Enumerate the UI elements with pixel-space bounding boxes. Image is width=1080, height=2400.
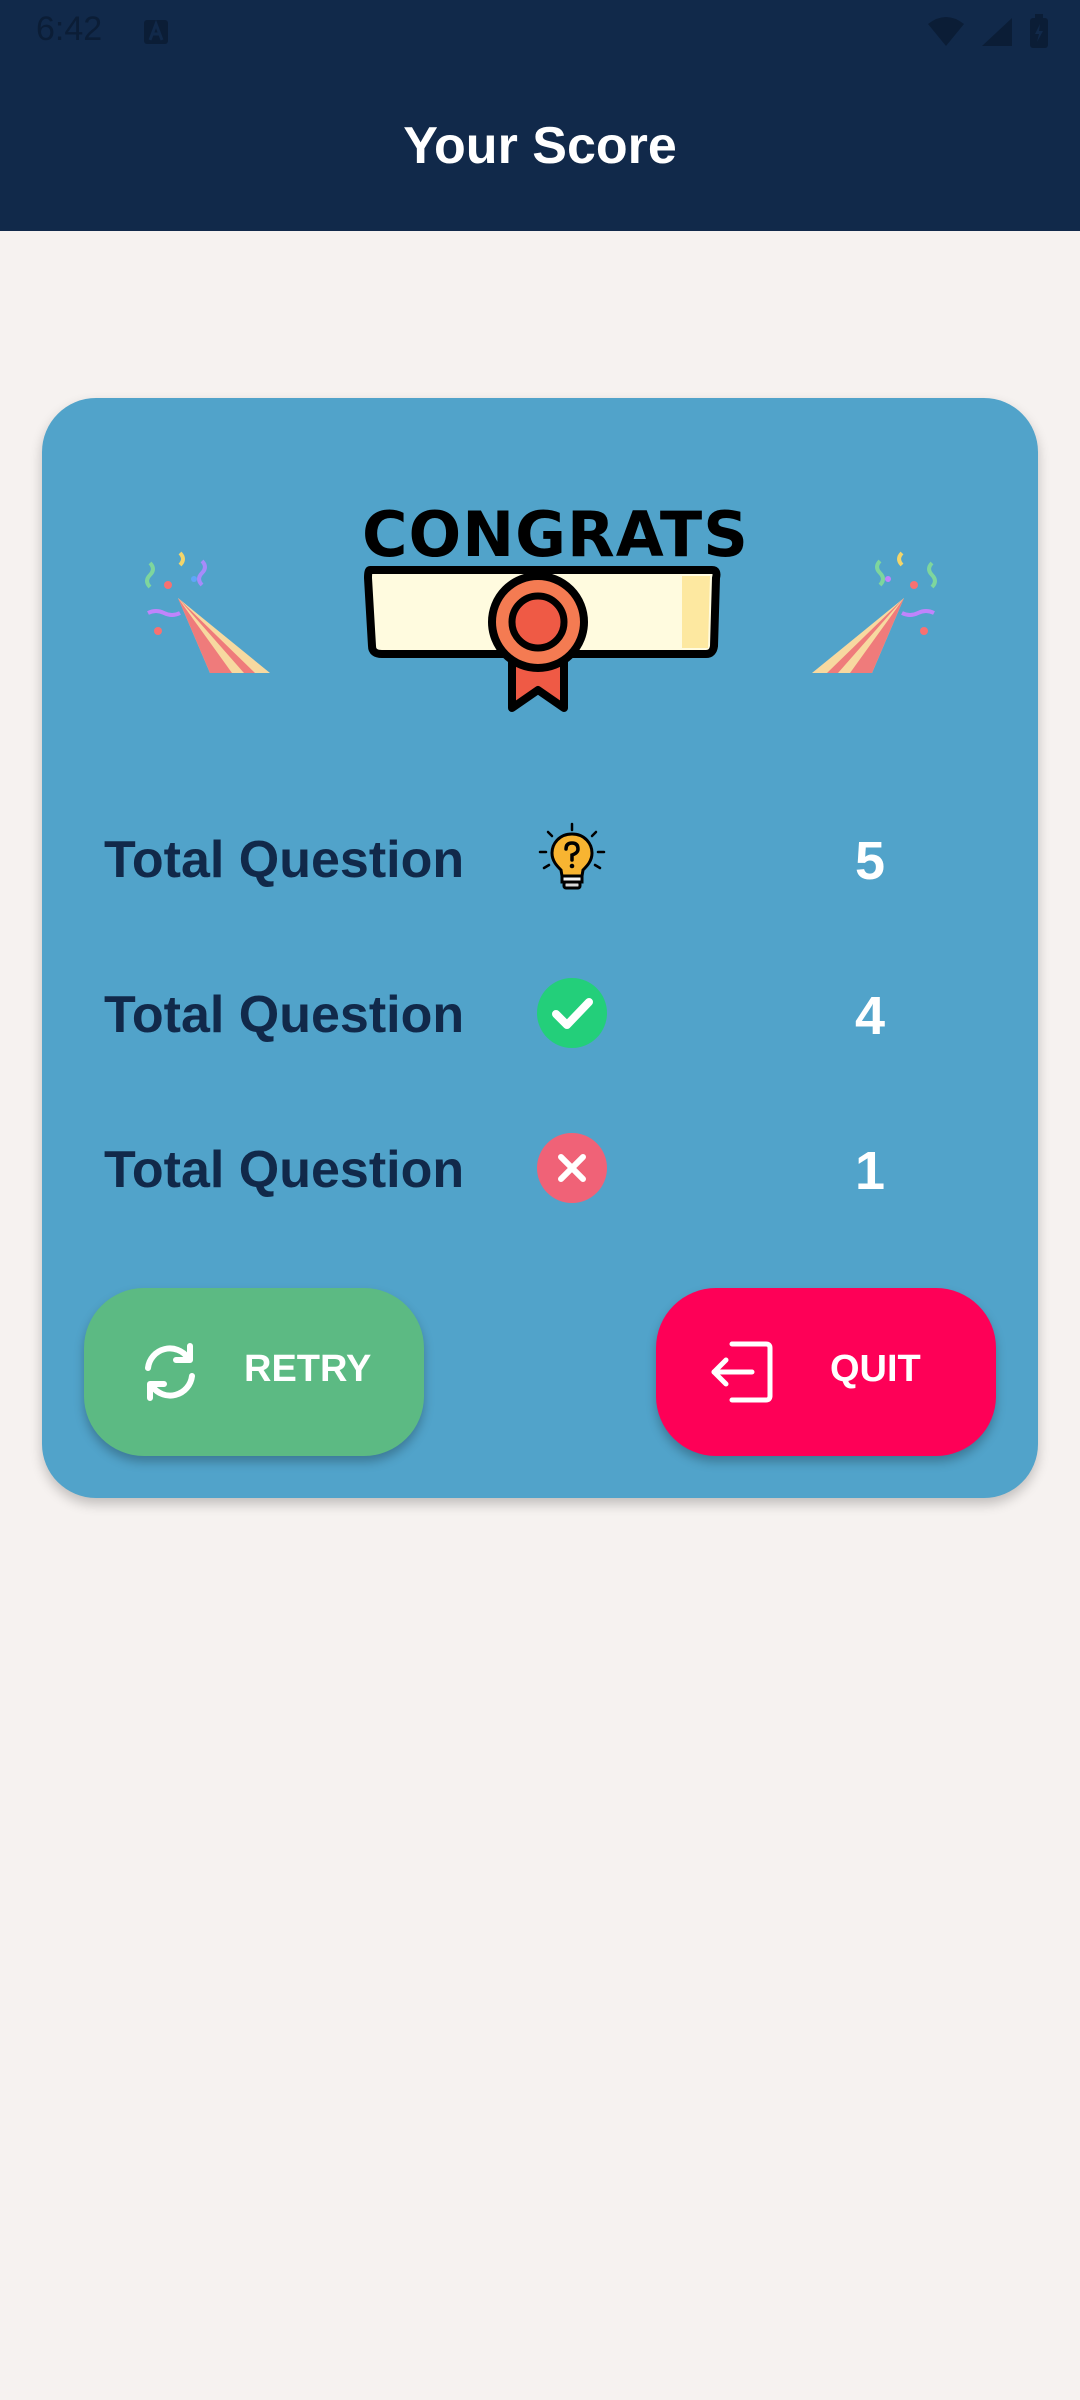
stat-value: 1 bbox=[854, 1141, 886, 1201]
stat-row-correct: Total Question 4 bbox=[42, 963, 1038, 1063]
x-circle-icon bbox=[537, 1133, 607, 1203]
party-popper-icon bbox=[812, 551, 937, 673]
status-time: 6:42 bbox=[36, 10, 103, 48]
app-bar: Your Score bbox=[0, 64, 1080, 231]
status-icons bbox=[926, 14, 1050, 50]
wifi-icon bbox=[928, 17, 964, 46]
retry-button[interactable]: RETRY bbox=[84, 1288, 424, 1456]
congrats-badge: CONGRATS bbox=[362, 498, 748, 718]
signal-icon bbox=[982, 18, 1012, 46]
quit-button[interactable]: QUIT bbox=[656, 1288, 996, 1456]
stat-label: Total Question bbox=[104, 1141, 465, 1199]
app-notification-icon bbox=[144, 19, 168, 44]
stat-label: Total Question bbox=[104, 986, 465, 1044]
stat-row-wrong: Total Question 1 bbox=[42, 1118, 1038, 1218]
check-circle-icon bbox=[537, 978, 607, 1048]
status-bar: 6:42 bbox=[0, 0, 1080, 64]
stat-label: Total Question bbox=[104, 831, 465, 889]
stat-value: 5 bbox=[854, 831, 886, 891]
retry-label: RETRY bbox=[244, 1348, 372, 1390]
battery-icon bbox=[1030, 14, 1048, 48]
quit-label: QUIT bbox=[830, 1348, 921, 1390]
page-title: Your Score bbox=[403, 117, 677, 175]
stat-row-total: Total Question 5 bbox=[42, 808, 1038, 908]
diploma-ribbon-icon bbox=[364, 566, 721, 712]
score-card: CONGRATS Total Question 5 Total Question… bbox=[42, 398, 1038, 1498]
refresh-icon bbox=[145, 1343, 195, 1401]
party-popper-icon bbox=[145, 551, 270, 673]
lightbulb-question-icon bbox=[538, 822, 606, 890]
stat-value: 4 bbox=[854, 986, 886, 1046]
exit-icon bbox=[711, 1341, 773, 1403]
